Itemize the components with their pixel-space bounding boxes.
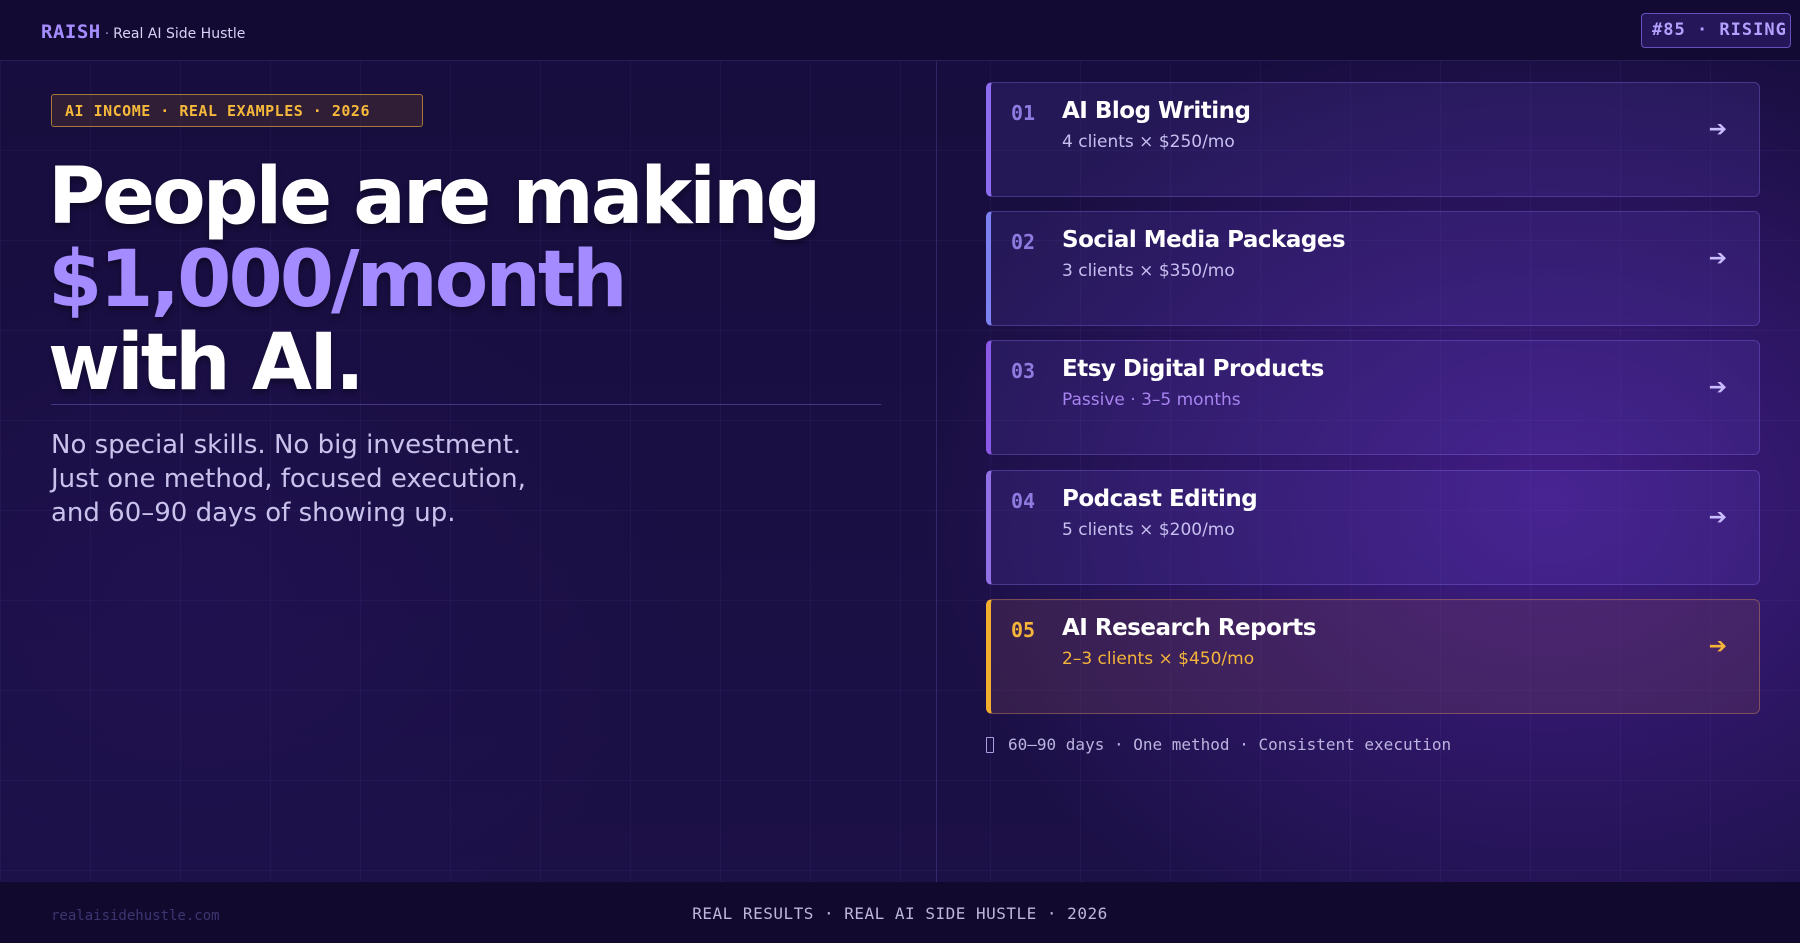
bottom-bar: REAL RESULTS · REAL AI SIDE HUSTLE · 202… bbox=[0, 882, 1800, 943]
arrow-right-icon[interactable]: ➔ bbox=[1709, 117, 1727, 142]
method-card-etsy[interactable]: 03 Etsy Digital Products Passive · 3–5 m… bbox=[986, 340, 1760, 455]
method-number: 03 bbox=[1011, 359, 1036, 383]
arrow-right-icon[interactable]: ➔ bbox=[1709, 246, 1727, 271]
method-number: 04 bbox=[1011, 489, 1036, 513]
column-divider bbox=[936, 61, 937, 882]
method-title: Etsy Digital Products bbox=[1062, 356, 1324, 382]
timeline-note: 60–90 days · One method · Consistent exe… bbox=[986, 735, 1451, 754]
headline-amount: $1,000/month bbox=[48, 235, 628, 325]
headline-line-1: People are making bbox=[48, 152, 821, 242]
timeline-text: 60–90 days · One method · Consistent exe… bbox=[1008, 735, 1452, 754]
method-number: 01 bbox=[1011, 101, 1036, 125]
brand-tagline: Real AI Side Hustle bbox=[113, 26, 246, 42]
arrow-right-icon[interactable]: ➔ bbox=[1709, 375, 1727, 400]
method-card-blog-writing[interactable]: 01 AI Blog Writing 4 clients × $250/mo ➔ bbox=[986, 82, 1760, 197]
hero-divider bbox=[51, 404, 881, 405]
method-number: 05 bbox=[1011, 618, 1036, 642]
method-meta: Passive · 3–5 months bbox=[1062, 390, 1241, 410]
top-bar: RAISH · Real AI Side Hustle #85 · RISING bbox=[0, 0, 1800, 61]
brand[interactable]: RAISH · Real AI Side Hustle bbox=[41, 21, 245, 43]
method-meta: 3 clients × $350/mo bbox=[1062, 261, 1235, 281]
category-pill: AI INCOME · REAL EXAMPLES · 2026 bbox=[51, 94, 423, 127]
method-title: AI Blog Writing bbox=[1062, 98, 1251, 124]
rank-badge: #85 · RISING bbox=[1641, 13, 1791, 48]
headline-line-3: with AI. bbox=[48, 318, 365, 408]
arrow-right-icon[interactable]: ➔ bbox=[1709, 505, 1727, 530]
footer-tagline: REAL RESULTS · REAL AI SIDE HUSTLE · 202… bbox=[692, 904, 1108, 923]
hourglass-icon bbox=[986, 736, 994, 753]
method-meta: 2–3 clients × $450/mo bbox=[1062, 649, 1255, 669]
hero-subcopy: No special skills. No big investment. Ju… bbox=[51, 428, 611, 530]
subcopy-line-1: No special skills. No big investment. bbox=[51, 430, 522, 460]
hero-headline: People are making $1,000/month with AI. bbox=[48, 156, 908, 405]
method-title: Social Media Packages bbox=[1062, 227, 1346, 253]
brand-logo[interactable]: RAISH bbox=[41, 21, 101, 43]
method-number: 02 bbox=[1011, 230, 1036, 254]
subcopy-line-3: and 60–90 days of showing up. bbox=[51, 498, 456, 528]
method-meta: 4 clients × $250/mo bbox=[1062, 132, 1235, 152]
method-card-research-reports[interactable]: 05 AI Research Reports 2–3 clients × $45… bbox=[986, 599, 1760, 714]
arrow-right-icon[interactable]: ➔ bbox=[1709, 634, 1727, 659]
method-meta: 5 clients × $200/mo bbox=[1062, 520, 1235, 540]
method-card-podcast[interactable]: 04 Podcast Editing 5 clients × $200/mo ➔ bbox=[986, 470, 1760, 585]
method-title: AI Research Reports bbox=[1062, 615, 1316, 641]
subcopy-line-2: Just one method, focused execution, bbox=[51, 464, 526, 494]
footer-url[interactable]: realaisidehustle.com bbox=[51, 908, 220, 924]
method-title: Podcast Editing bbox=[1062, 486, 1258, 512]
brand-separator: · bbox=[104, 26, 110, 42]
method-card-social-media[interactable]: 02 Social Media Packages 3 clients × $35… bbox=[986, 211, 1760, 326]
